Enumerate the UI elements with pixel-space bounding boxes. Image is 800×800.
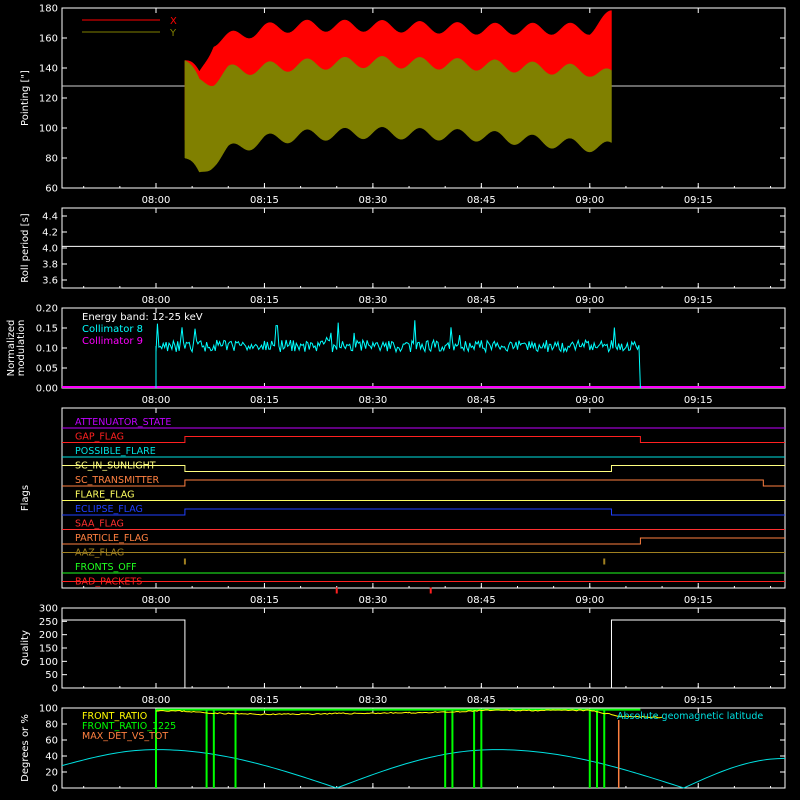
roll-xtick-label: 09:00 — [575, 295, 604, 306]
pointing-xtick-label: 08:30 — [358, 195, 387, 206]
degrees-legend-label: MAX_DET_VS_TOT — [82, 731, 168, 742]
degrees-ytick-label: 60 — [45, 736, 58, 747]
pointing-ytick-label: 80 — [45, 154, 58, 165]
pointing-xtick-label: 08:15 — [250, 195, 279, 206]
modulation-ytick-label: 0.20 — [36, 304, 58, 315]
roll-ytick-label: 4.2 — [42, 228, 58, 239]
quality-line — [62, 619, 785, 689]
pointing-xtick-label: 08:45 — [467, 195, 496, 206]
quality-xtick-label: 08:30 — [358, 695, 387, 706]
roll-xtick-label: 09:15 — [684, 295, 713, 306]
quality-ytick-label: 300 — [39, 604, 58, 615]
degrees-ytick-label: 100 — [39, 704, 58, 715]
pointing-ytick-label: 160 — [39, 34, 58, 45]
modulation-ytick-label: 0.10 — [36, 344, 58, 355]
pointing-xtick-label: 09:00 — [575, 195, 604, 206]
flags-xtick-label: 08:45 — [467, 595, 496, 606]
flag-label: POSSIBLE_FLARE — [75, 446, 156, 457]
chart-canvas: 08:00 08:15 08:30 08:45 09:00 09:15 60 80 100 120… — [6, 4, 786, 795]
flag-line — [62, 465, 785, 472]
flag-line — [62, 479, 785, 487]
pointing-ytick-label: 60 — [45, 184, 58, 195]
roll-xtick-label: 08:00 — [142, 295, 171, 306]
modulation-xtick-label: 09:00 — [575, 395, 604, 406]
pointing-xtick-label: 08:00 — [142, 195, 171, 206]
quality-ytick-label: 200 — [39, 630, 58, 641]
quality-xtick-label: 08:15 — [250, 695, 279, 706]
degrees-ytick-label: 20 — [45, 768, 58, 779]
roll-xtick-label: 08:45 — [467, 295, 496, 306]
flags-frame — [61, 407, 786, 589]
flag-label: BAD_PACKETS — [75, 577, 142, 588]
modulation-xtick-label: 09:15 — [684, 395, 713, 406]
pointing-ytick-label: 100 — [39, 124, 58, 135]
pointing-legend-label: X — [170, 16, 177, 27]
quality-ytick-label: 0 — [52, 684, 58, 695]
flags-xtick-label: 08:15 — [250, 595, 279, 606]
flag-label: ECLIPSE_FLAG — [75, 504, 143, 515]
quality-xtick-label: 09:15 — [684, 695, 713, 706]
flags-xtick-label: 08:00 — [142, 595, 171, 606]
flags-ylabel: Flags — [20, 485, 31, 511]
roll-ytick-label: 3.8 — [42, 260, 58, 271]
flag-line — [62, 508, 785, 516]
quality-ytick-label: 100 — [39, 657, 58, 668]
modulation-xtick-label: 08:00 — [142, 395, 171, 406]
roll-xtick-label: 08:30 — [358, 295, 387, 306]
pointing-legend-label: Y — [169, 28, 177, 39]
flag-label: FLARE_FLAG — [75, 490, 135, 501]
flags-xtick-label: 08:30 — [358, 595, 387, 606]
flag-label: SAA_FLAG — [75, 519, 124, 530]
modulation-ytick-label: 0.00 — [36, 384, 58, 395]
front-ratio-line — [155, 709, 663, 719]
degrees-annotation: Absolute geomagnetic latitude — [617, 711, 763, 722]
modulation-xtick-label: 08:15 — [250, 395, 279, 406]
flag-line — [62, 436, 785, 443]
modulation-legend-label: Collimator 8 — [82, 324, 143, 335]
flag-line — [62, 537, 785, 545]
pointing-ytick-label: 120 — [39, 94, 58, 105]
quality-ylabel: Quality — [20, 630, 31, 666]
degrees-ylabel: Degrees or % — [20, 714, 31, 782]
degrees-ytick-label: 0 — [52, 784, 58, 795]
modulation-ytick-label: 0.05 — [36, 364, 58, 375]
quality-xtick-label: 08:00 — [142, 695, 171, 706]
modulation-ylabel: modulation — [16, 320, 27, 377]
roll-ylabel: Roll period [s] — [20, 213, 31, 282]
flag-label: FRONTS_OFF — [75, 562, 137, 573]
modulation-ytick-label: 0.15 — [36, 324, 58, 335]
pointing-ytick-label: 140 — [39, 64, 58, 75]
quality-ytick-label: 150 — [39, 644, 58, 655]
degrees-ytick-label: 80 — [45, 720, 58, 731]
pointing-xtick-label: 09:15 — [684, 195, 713, 206]
flag-label: AAZ_FLAG — [75, 548, 124, 559]
flags-xtick-label: 09:15 — [684, 595, 713, 606]
flags-xtick-label: 09:00 — [575, 595, 604, 606]
roll-frame — [61, 207, 786, 289]
quality-xtick-label: 09:00 — [575, 695, 604, 706]
flag-label: PARTICLE_FLAG — [75, 533, 148, 544]
roll-ytick-label: 4.0 — [42, 244, 58, 255]
roll-ytick-label: 4.4 — [42, 212, 58, 223]
flag-label: SC_IN_SUNLIGHT — [75, 461, 156, 472]
pointing-ylabel: Pointing ["] — [20, 70, 31, 126]
flag-label: GAP_FLAG — [75, 432, 124, 443]
flag-label: SC_TRANSMITTER — [75, 475, 160, 486]
geomag-latitude-line — [61, 749, 786, 789]
modulation-xtick-label: 08:45 — [467, 395, 496, 406]
degrees-ytick-label: 40 — [45, 752, 58, 763]
pointing-ytick-label: 180 — [39, 4, 58, 15]
roll-ytick-label: 3.6 — [42, 276, 58, 287]
modulation-xtick-label: 08:30 — [358, 395, 387, 406]
quality-xtick-label: 08:45 — [467, 695, 496, 706]
flag-label: ATTENUATOR_STATE — [75, 417, 171, 428]
modulation-legend-label: Collimator 9 — [82, 336, 143, 347]
modulation-annotation: Energy band: 12-25 keV — [82, 312, 203, 323]
collimator-8-line — [155, 320, 641, 389]
quality-ytick-label: 50 — [45, 670, 58, 681]
quality-ytick-label: 250 — [39, 617, 58, 628]
roll-xtick-label: 08:15 — [250, 295, 279, 306]
